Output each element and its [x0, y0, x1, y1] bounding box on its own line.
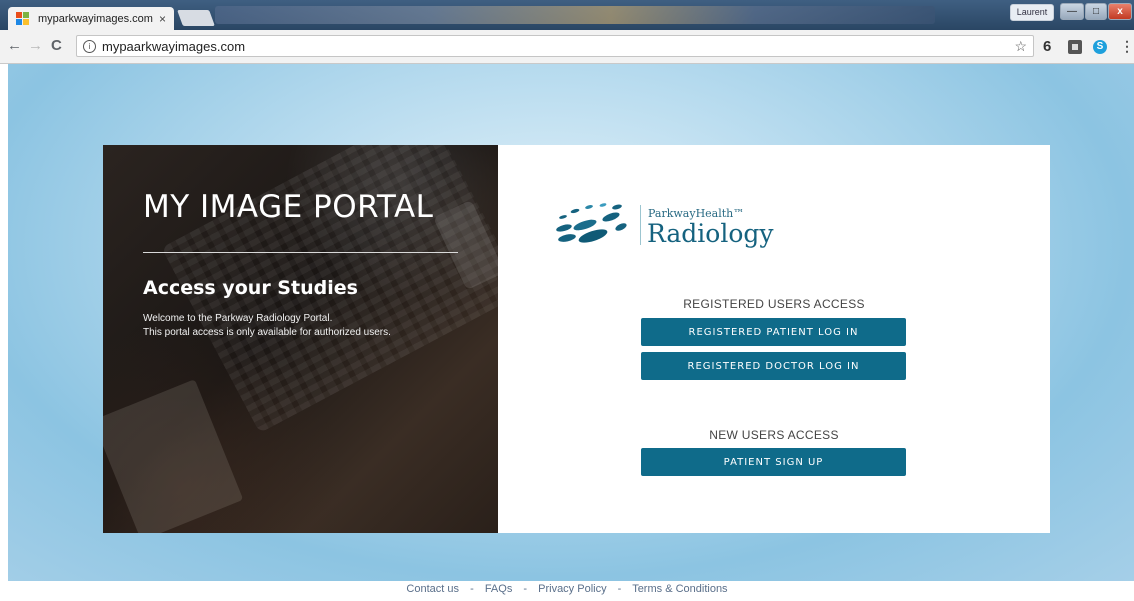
authorized-note: This portal access is only available for… — [143, 327, 391, 338]
maximize-button[interactable]: □ — [1085, 3, 1107, 20]
title-divider — [143, 252, 458, 253]
logo-divider — [640, 205, 641, 245]
new-users-label: NEW USERS ACCESS — [709, 428, 839, 442]
footer-separator: - — [470, 583, 474, 595]
close-window-button[interactable]: x — [1108, 3, 1132, 20]
browser-menu-icon[interactable]: ⋮ — [1120, 38, 1134, 55]
reload-icon[interactable]: C — [51, 38, 62, 54]
bookmark-star-icon[interactable]: ☆ — [1014, 38, 1027, 55]
tab-title: myparkwayimages.com — [38, 12, 153, 25]
logo-swoosh-icon — [556, 203, 627, 243]
welcome-text: Welcome to the Parkway Radiology Portal. — [143, 313, 333, 324]
faqs-link[interactable]: FAQs — [485, 583, 513, 595]
minimize-button[interactable]: — — [1060, 3, 1084, 20]
blurred-tabs — [215, 6, 935, 24]
privacy-policy-link[interactable]: Privacy Policy — [538, 583, 606, 595]
footer-separator: - — [617, 583, 622, 595]
profile-button[interactable]: Laurent — [1010, 4, 1054, 21]
login-panel: ParkwayHealth™ Radiology REGISTERED USER… — [498, 145, 1050, 533]
contact-us-link[interactable]: Contact us — [406, 583, 459, 595]
footer-separator: - — [523, 583, 528, 595]
hero-panel: MY IMAGE PORTAL Access your Studies Welc… — [103, 145, 498, 533]
portal-title: MY IMAGE PORTAL — [143, 189, 434, 225]
site-favicon-icon — [16, 11, 30, 26]
page-footer: Contact us - FAQs - Privacy Policy - Ter… — [0, 583, 1134, 601]
address-url[interactable]: mypaarkwayimages.com — [102, 39, 245, 54]
address-bar[interactable]: i mypaarkwayimages.com ☆ — [76, 35, 1034, 57]
new-tab-button[interactable] — [177, 10, 215, 26]
page-background: MY IMAGE PORTAL Access your Studies Welc… — [8, 64, 1134, 581]
access-heading: Access your Studies — [143, 277, 358, 299]
browser-toolbar: ← → C i mypaarkwayimages.com ☆ 6 S ⋮ — [0, 30, 1134, 64]
back-arrow-icon[interactable]: ← — [7, 38, 22, 54]
extension-s-icon[interactable]: S — [1093, 40, 1107, 54]
doctor-login-button[interactable]: REGISTERED DOCTOR LOG IN — [641, 352, 906, 380]
tab-close-icon[interactable]: × — [159, 12, 166, 26]
extension-square-icon[interactable] — [1068, 40, 1082, 54]
terms-conditions-link[interactable]: Terms & Conditions — [632, 583, 727, 595]
browser-tab[interactable]: myparkwayimages.com × — [8, 7, 174, 30]
extension-six-icon[interactable]: 6 — [1043, 38, 1057, 55]
patient-login-button[interactable]: REGISTERED PATIENT LOG IN — [641, 318, 906, 346]
window-titlebar: myparkwayimages.com × Laurent — □ x — [0, 0, 1134, 30]
logo-product: Radiology — [647, 219, 774, 248]
site-info-icon[interactable]: i — [83, 39, 96, 53]
notebook-background-image — [103, 379, 244, 533]
registered-users-label: REGISTERED USERS ACCESS — [683, 297, 865, 311]
forward-arrow-icon[interactable]: → — [28, 38, 43, 54]
parkway-radiology-logo: ParkwayHealth™ Radiology — [553, 195, 783, 255]
patient-signup-button[interactable]: PATIENT SIGN UP — [641, 448, 906, 476]
